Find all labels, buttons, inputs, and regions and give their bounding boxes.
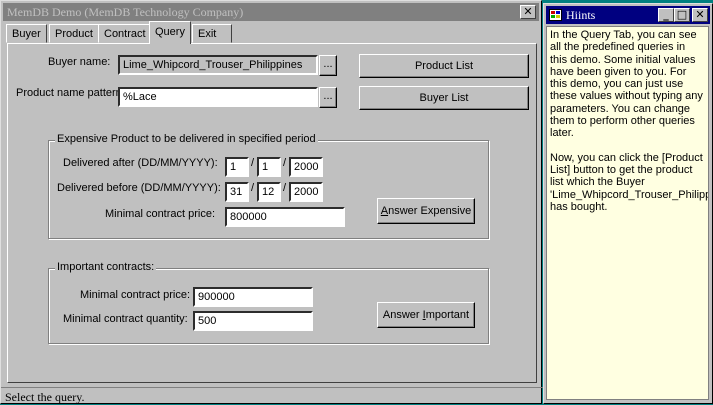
expensive-min-price-input[interactable]: 800000: [225, 207, 345, 227]
date-separator: /: [283, 182, 287, 194]
buyer-list-button[interactable]: Buyer List: [359, 86, 529, 110]
tab-exit[interactable]: Exit: [192, 24, 232, 43]
product-pattern-input[interactable]: %Lace: [118, 87, 318, 107]
after-month-input[interactable]: 1: [257, 157, 281, 177]
buyer-name-field[interactable]: Lime_Whipcord_Trouser_Philippines: [118, 55, 318, 75]
hints-maximize-button[interactable]: □: [674, 8, 690, 22]
expensive-product-group: Expensive Product to be delivered in spe…: [48, 133, 489, 239]
hints-text-area[interactable]: In the Query Tab, you can see all the pr…: [546, 26, 709, 400]
hint-paragraph: In the Query Tab, you can see all the pr…: [550, 29, 703, 140]
tab-product[interactable]: Product: [49, 24, 99, 43]
important-min-qty-label: Minimal contract quantity:: [63, 313, 188, 325]
main-window-title: MemDB Demo (MemDB Technology Company): [7, 5, 244, 19]
answer-expensive-button[interactable]: Answer Expensive: [377, 198, 475, 224]
date-separator: /: [251, 182, 255, 194]
expensive-group-title: Expensive Product to be delivered in spe…: [55, 133, 318, 145]
main-window: MemDB Demo (MemDB Technology Company) ✕ …: [0, 0, 543, 405]
hint-paragraph: Now, you can click the [Product List] bu…: [550, 151, 708, 213]
minimize-icon: _: [663, 8, 669, 21]
buyer-name-label: Buyer name:: [48, 56, 111, 68]
hints-close-button[interactable]: ✕: [692, 8, 708, 22]
close-icon: ✕: [695, 8, 705, 21]
important-min-price-label: Minimal contract price:: [80, 289, 191, 301]
main-title-bar[interactable]: MemDB Demo (MemDB Technology Company): [3, 3, 539, 21]
after-year-input[interactable]: 2000: [289, 157, 323, 177]
expensive-min-price-label: Minimal contract price:: [105, 208, 216, 220]
status-text: Select the query.: [5, 390, 85, 404]
buyer-browse-button[interactable]: ...: [319, 55, 337, 76]
product-browse-button[interactable]: ...: [319, 87, 337, 108]
hints-window-title: Hiints: [566, 8, 596, 22]
delivered-after-label: Delivered after (DD/MM/YYYY):: [63, 157, 218, 169]
query-tab-panel: Buyer name: Lime_Whipcord_Trouser_Philip…: [7, 43, 537, 383]
delivered-before-label: Delivered before (DD/MM/YYYY):: [57, 182, 221, 194]
important-contracts-group: Important contracts: Minimal contract pr…: [48, 261, 489, 344]
before-month-input[interactable]: 12: [257, 182, 281, 202]
date-separator: /: [283, 157, 287, 169]
before-year-input[interactable]: 2000: [289, 182, 323, 202]
product-list-button[interactable]: Product List: [359, 54, 529, 78]
maximize-icon: □: [676, 8, 688, 21]
hints-minimize-button[interactable]: _: [658, 8, 674, 22]
after-day-input[interactable]: 1: [225, 157, 249, 177]
important-min-price-input[interactable]: 900000: [193, 287, 313, 307]
app-icon: [549, 9, 562, 21]
tab-contract[interactable]: Contract: [98, 24, 152, 43]
date-separator: /: [251, 157, 255, 169]
product-pattern-label: Product name pattern:: [16, 87, 125, 99]
answer-important-button[interactable]: Answer Important: [377, 302, 475, 328]
tab-query[interactable]: Query: [149, 21, 191, 44]
important-min-qty-input[interactable]: 500: [193, 311, 313, 331]
close-icon: ✕: [523, 5, 533, 18]
before-day-input[interactable]: 31: [225, 182, 249, 202]
important-group-title: Important contracts:: [55, 261, 157, 273]
status-bar: Select the query.: [1, 387, 543, 405]
main-close-button[interactable]: ✕: [520, 5, 536, 19]
tab-buyer[interactable]: Buyer: [6, 24, 47, 43]
